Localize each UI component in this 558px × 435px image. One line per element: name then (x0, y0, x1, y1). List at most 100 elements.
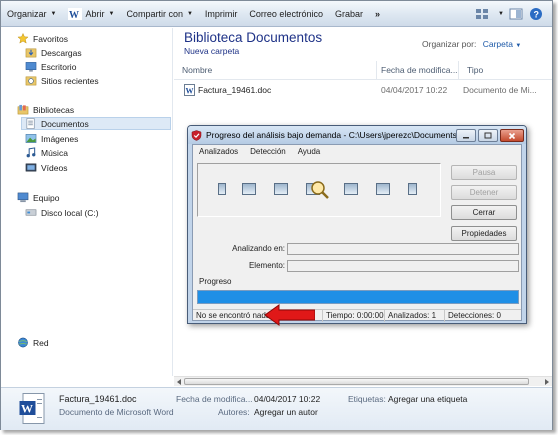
explorer-window: Organizar ▼ W Abrir ▼ Compartir con ▼ Impri… (0, 0, 553, 430)
menu-analyzed[interactable]: Analizados (193, 147, 244, 156)
document-icon (344, 183, 358, 195)
nav-local-disk[interactable]: Disco local (C:) (25, 206, 99, 219)
file-type-cell: Documento de Mi... (463, 85, 537, 95)
svg-text:W: W (21, 402, 33, 416)
recent-places-icon (25, 76, 37, 86)
nav-recent[interactable]: Sitios recientes (25, 74, 99, 87)
libraries-icon (17, 104, 29, 115)
details-authors-value[interactable]: Agregar un autor (254, 407, 318, 417)
network-icon (18, 337, 28, 348)
arrange-by-dropdown[interactable]: Carpeta ▼ (483, 39, 522, 49)
nav-desktop-label: Escritorio (41, 61, 77, 72)
progress-bar (197, 290, 519, 304)
menu-help[interactable]: Ayuda (292, 147, 327, 156)
share-label: Compartir con (126, 8, 183, 19)
view-options-icon[interactable] (474, 6, 490, 22)
nav-images[interactable]: Imágenes (25, 132, 78, 145)
close-icon (508, 132, 516, 139)
navigation-pane: Favoritos Descargas Escritorio Sitios re… (1, 28, 173, 376)
scan-animation (197, 163, 441, 217)
organize-menu[interactable]: Organizar ▼ (1, 1, 62, 27)
close-window-button[interactable] (500, 129, 524, 142)
minimize-icon (463, 136, 469, 138)
properties-button[interactable]: Propiedades (451, 226, 517, 241)
organize-label: Organizar (7, 8, 47, 19)
more-button[interactable]: » (369, 1, 386, 27)
open-menu[interactable]: W Abrir ▼ (62, 1, 120, 27)
column-header-type[interactable]: Tipo (459, 61, 552, 79)
library-subtitle-link[interactable]: Nueva carpeta (184, 46, 239, 56)
nav-favorites-label: Favoritos (33, 33, 68, 44)
desktop-icon (25, 62, 37, 72)
document-icon (274, 183, 288, 195)
dialog-body: Analizados Detección Ayuda Pausa Detener (192, 144, 522, 322)
document-icon (408, 183, 417, 195)
word-document-large-icon: W (19, 393, 45, 424)
close-button[interactable]: Cerrar (451, 205, 517, 220)
details-modified-value: 04/04/2017 10:22 (254, 394, 321, 404)
pause-button[interactable]: Pausa (451, 165, 517, 180)
nav-downloads[interactable]: Descargas (25, 46, 82, 59)
nav-downloads-label: Descargas (41, 47, 82, 58)
nav-local-disk-label: Disco local (C:) (41, 207, 99, 218)
header-divider (174, 79, 552, 80)
details-pane: W Factura_19461.doc Documento de Microso… (1, 387, 552, 430)
nav-libraries[interactable]: Bibliotecas (17, 103, 74, 116)
nav-videos[interactable]: Vídeos (25, 161, 67, 174)
scrollbar-thumb[interactable] (184, 378, 529, 385)
preview-pane-icon[interactable] (508, 6, 524, 22)
nav-computer[interactable]: Equipo (17, 191, 59, 204)
scroll-right-icon[interactable] (543, 378, 551, 386)
nav-videos-label: Vídeos (41, 162, 68, 173)
nav-computer-label: Equipo (33, 192, 60, 203)
stop-button[interactable]: Detener (451, 185, 517, 200)
word-icon: W (68, 7, 83, 20)
arrange-by-value: Carpeta (482, 39, 513, 49)
column-header-name[interactable]: Nombre (174, 61, 377, 79)
dropdown-arrow-icon: ▼ (515, 43, 522, 49)
share-menu[interactable]: Compartir con ▼ (120, 1, 198, 27)
scroll-left-icon[interactable] (175, 378, 183, 386)
menu-detection[interactable]: Detección (244, 147, 292, 156)
status-detections: Detecciones: 0 (448, 311, 501, 320)
column-header-date[interactable]: Fecha de modifica... (377, 61, 459, 79)
svg-text:W: W (186, 87, 194, 96)
nav-desktop[interactable]: Escritorio (25, 60, 76, 73)
details-tags-value[interactable]: Agregar una etiqueta (388, 394, 467, 404)
command-bar: Organizar ▼ W Abrir ▼ Compartir con ▼ Impri… (1, 1, 552, 27)
details-filetype: Documento de Microsoft Word (59, 407, 174, 417)
progress-fill (198, 291, 518, 303)
status-scanned: Analizados: 1 (385, 309, 445, 322)
dropdown-arrow-icon: ▼ (186, 10, 193, 17)
nav-libraries-label: Bibliotecas (33, 104, 75, 115)
status-time: Tiempo: 0:00:00 (323, 309, 385, 322)
file-name-cell: W Factura_19461.doc (184, 83, 374, 97)
nav-music[interactable]: Música (25, 146, 68, 159)
view-dropdown-arrow-icon[interactable]: ▼ (498, 11, 504, 17)
minimize-button[interactable] (456, 129, 476, 142)
nav-network[interactable]: Red (17, 336, 49, 349)
horizontal-scrollbar[interactable] (174, 376, 552, 386)
maximize-button[interactable] (478, 129, 498, 142)
nav-network-label: Red (33, 337, 49, 348)
details-authors-label: Autores: (218, 407, 250, 417)
element-label: Elemento: (248, 261, 285, 270)
nav-favorites[interactable]: Favoritos (17, 32, 68, 45)
progress-label: Progreso (199, 277, 232, 286)
svg-text:?: ? (534, 9, 540, 19)
dialog-statusbar: No se encontró nada Tiempo: 0:00:00 Anal… (193, 309, 521, 322)
antivirus-shield-icon (191, 129, 202, 141)
star-icon (17, 33, 29, 44)
file-name: Factura_19461.doc (198, 85, 272, 95)
nav-documents[interactable]: Documentos (21, 117, 171, 130)
email-button[interactable]: Correo electrónico (243, 1, 329, 27)
print-button[interactable]: Imprimir (199, 1, 244, 27)
scan-progress-dialog: Progreso del análisis bajo demanda - C:\… (187, 125, 527, 324)
downloads-folder-icon (25, 48, 37, 58)
help-icon[interactable]: ? (528, 6, 544, 22)
arrange-by-label: Organizar por: (422, 39, 477, 49)
word-document-icon: W (184, 84, 195, 96)
dialog-title: Progreso del análisis bajo demanda - C:\… (206, 130, 461, 140)
burn-button[interactable]: Grabar (329, 1, 369, 27)
details-tags-label: Etiquetas: (348, 394, 386, 404)
